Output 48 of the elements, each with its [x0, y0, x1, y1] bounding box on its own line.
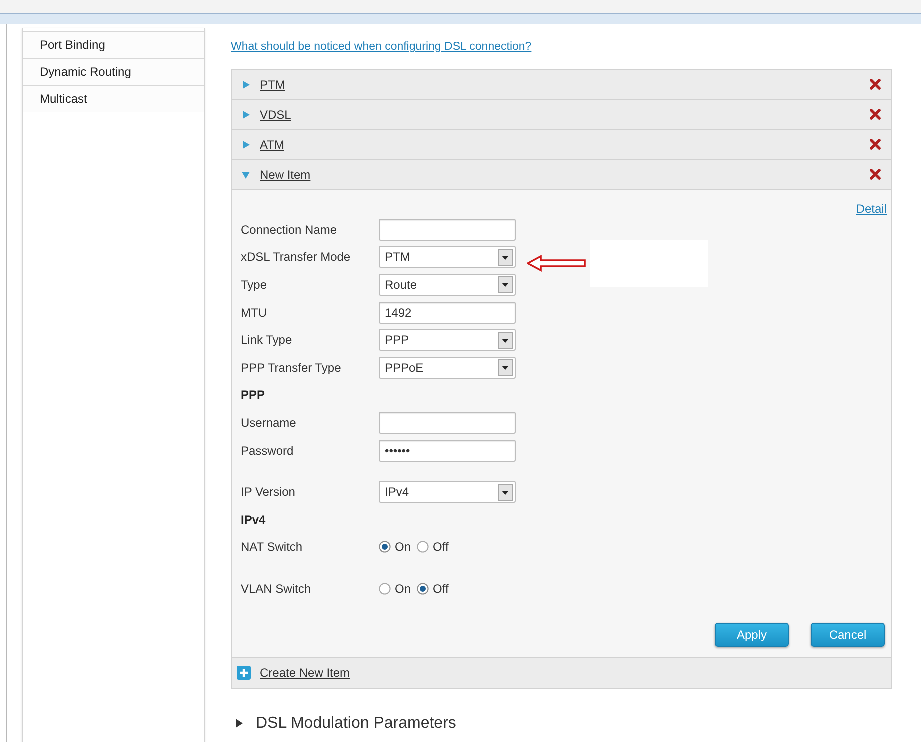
connection-link[interactable]: New Item [260, 168, 311, 182]
field-label: Link Type [241, 333, 294, 348]
dropdown-field[interactable]: IPv4 [379, 481, 516, 504]
annotation-arrow [527, 255, 587, 272]
delete-icon[interactable] [870, 79, 881, 90]
connection-link[interactable]: PTM [260, 78, 286, 92]
delete-icon[interactable] [870, 139, 881, 150]
field-label: MTU [241, 306, 268, 320]
field-label: PPP Transfer Type [241, 360, 342, 375]
connection-link[interactable]: VDSL [260, 108, 292, 122]
add-icon[interactable] [237, 666, 251, 680]
text-field[interactable] [379, 218, 516, 241]
option-label: On [395, 582, 412, 596]
radio-button[interactable] [417, 541, 430, 554]
field-label: Connection Name [241, 222, 338, 237]
field-label: Username [241, 416, 298, 430]
section-heading: IPv4 [241, 512, 266, 527]
section-title[interactable]: DSL Modulation Parameters [256, 714, 456, 733]
detail-link[interactable]: Detail [856, 202, 887, 216]
text-field[interactable] [379, 412, 516, 434]
help-link[interactable]: What should be noticed when configuring DSL connection? [231, 41, 532, 57]
create-item-link[interactable]: Create New Item [260, 666, 350, 680]
delete-icon[interactable] [870, 169, 881, 180]
field-label: IP Version [241, 485, 296, 500]
sidebar-item[interactable]: Port Binding [23, 32, 204, 59]
dropdown-field[interactable]: PPPoE [379, 356, 516, 379]
option-label: On [395, 540, 412, 554]
dropdown-field[interactable]: PPP [379, 329, 516, 352]
field-label: VLAN Switch [241, 582, 312, 596]
sidebar-item[interactable]: Dynamic Routing [23, 59, 204, 86]
delete-icon[interactable] [870, 109, 881, 120]
expand-triangle-icon[interactable] [235, 719, 244, 728]
field-label: Password [241, 444, 295, 458]
field-label: Type [241, 278, 268, 292]
radio-button[interactable] [379, 541, 391, 554]
dropdown-field[interactable]: Route [379, 274, 516, 296]
option-label: Off [433, 582, 449, 596]
section-heading: PPP [241, 388, 266, 402]
field-label: xDSL Transfer Mode [241, 250, 352, 264]
sidebar-item[interactable]: Multicast [23, 86, 204, 112]
text-field[interactable]: •••••• [379, 440, 516, 462]
dropdown-field[interactable]: PTM [379, 246, 516, 268]
radio-button[interactable] [379, 582, 391, 595]
text-field[interactable]: 1492 [379, 302, 516, 324]
field-label: NAT Switch [241, 540, 304, 554]
connection-link[interactable]: ATM [260, 138, 284, 152]
radio-button[interactable] [417, 582, 430, 595]
option-label: Off [433, 540, 449, 554]
